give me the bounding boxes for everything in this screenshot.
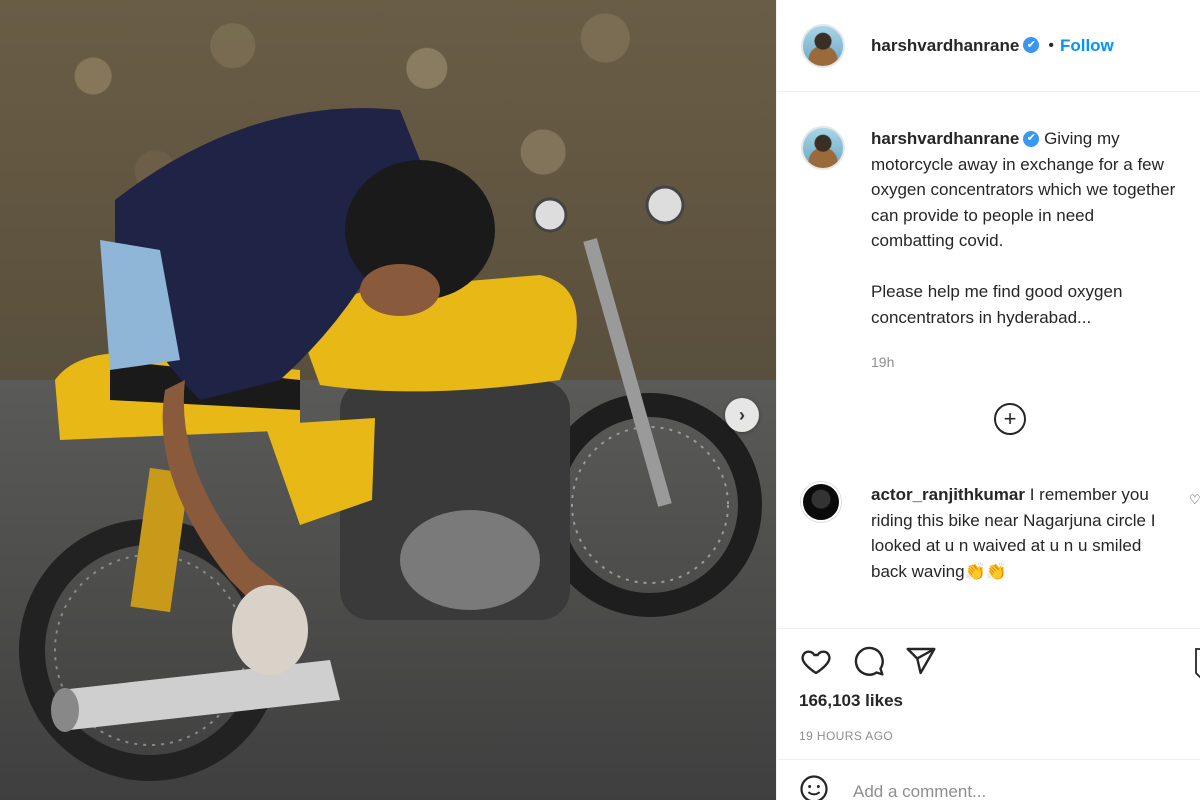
comment-avatar[interactable] xyxy=(801,482,841,522)
post-sidebar: harshvardhanrane ✔ • Follow harshvardhan… xyxy=(776,0,1200,800)
comment-like-icon[interactable]: ♡ xyxy=(1189,492,1200,508)
caption-text-2: Please help me find good oxygen concentr… xyxy=(871,282,1123,327)
verified-badge-icon: ✔ xyxy=(1023,130,1040,147)
share-icon[interactable] xyxy=(905,645,937,677)
caption: harshvardhanrane ✔ Giving my motorcycle a… xyxy=(777,92,1200,376)
post-age[interactable]: 19 HOURS AGO xyxy=(777,711,1200,743)
emoji-icon[interactable] xyxy=(799,774,829,800)
action-bar: 166,103 likes 19 HOURS AGO Add a comment… xyxy=(777,628,1200,800)
load-more-comments-button[interactable]: + xyxy=(994,403,1026,435)
post-photo xyxy=(19,108,762,781)
comment: actor_ranjithkumar I remember you riding… xyxy=(801,482,1200,584)
add-comment-input[interactable]: Add a comment... xyxy=(853,782,986,800)
comment-icon[interactable] xyxy=(853,645,885,677)
post-username[interactable]: harshvardhanrane xyxy=(871,36,1019,56)
post-header: harshvardhanrane ✔ • Follow xyxy=(777,0,1200,92)
exhaust xyxy=(60,660,340,730)
follow-button[interactable]: Follow xyxy=(1060,36,1114,56)
carousel-next-button[interactable]: › xyxy=(725,398,759,432)
post-media[interactable]: › xyxy=(0,0,776,800)
clap-emoji: 👏👏 xyxy=(964,561,1007,581)
verified-badge-icon: ✔ xyxy=(1023,36,1040,53)
comment-body: actor_ranjithkumar I remember you riding… xyxy=(871,482,1171,584)
add-comment-bar: Add a comment... xyxy=(777,759,1200,800)
chevron-right-icon: › xyxy=(739,404,745,425)
heart-icon[interactable] xyxy=(799,645,833,677)
likes-count[interactable]: 166,103 likes xyxy=(777,677,1200,711)
avatar[interactable] xyxy=(801,23,845,68)
plus-icon: + xyxy=(1003,406,1017,431)
caption-username[interactable]: harshvardhanrane xyxy=(871,129,1019,148)
caption-avatar[interactable] xyxy=(801,126,845,170)
caption-body: harshvardhanrane ✔ Giving my motorcycle a… xyxy=(871,126,1176,376)
bookmark-icon[interactable] xyxy=(1195,647,1200,684)
comment-username[interactable]: actor_ranjithkumar xyxy=(871,485,1025,504)
separator-dot: • xyxy=(1048,36,1054,54)
caption-timestamp[interactable]: 19h xyxy=(871,350,1176,376)
